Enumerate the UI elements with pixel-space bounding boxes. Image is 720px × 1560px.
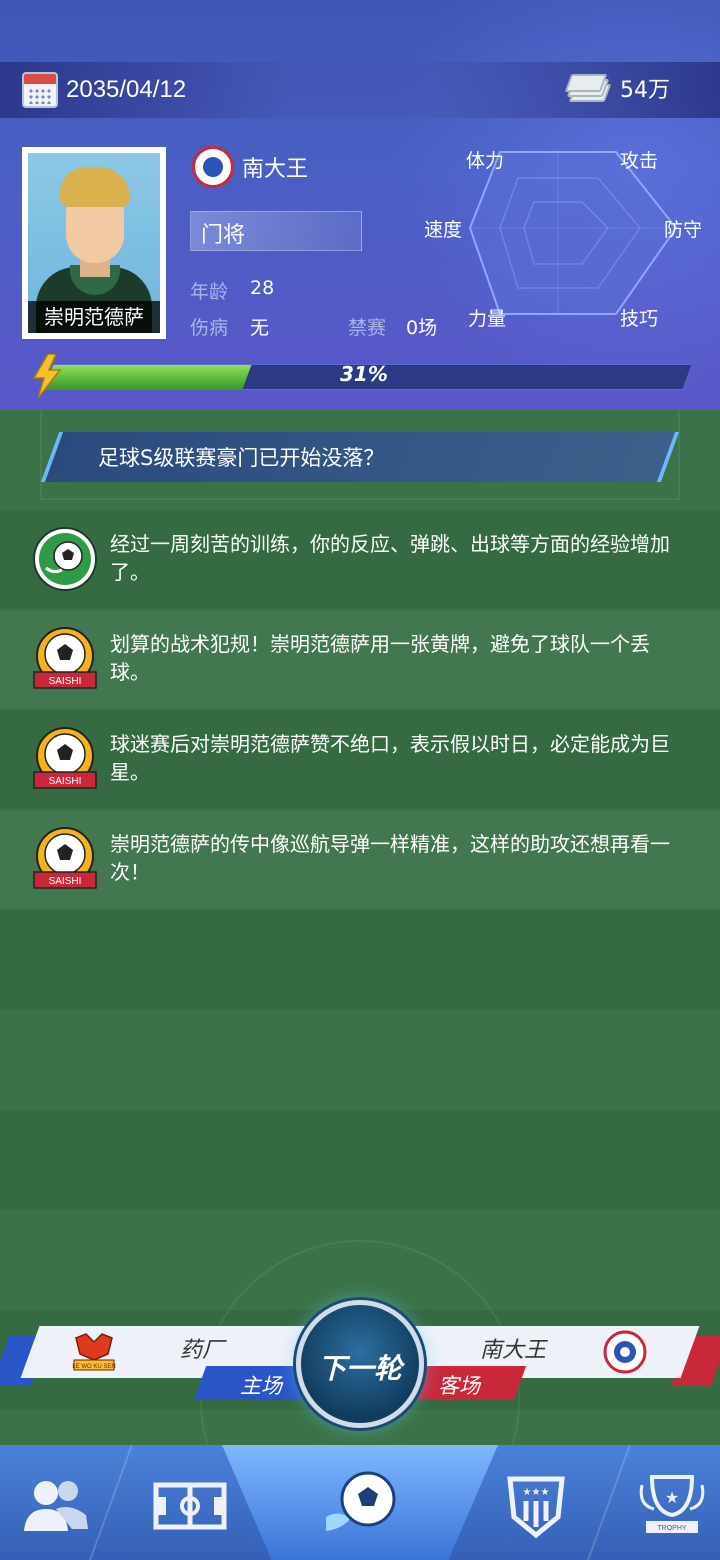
- energy-bar: 31%: [30, 354, 693, 398]
- tab-tactics[interactable]: [150, 1465, 230, 1545]
- team-badge-icon: [192, 146, 234, 188]
- news-text-1: 经过一周刻苦的训练，你的反应、弹跳、出球等方面的经验增加了。: [110, 532, 670, 584]
- saishi-badge-icon: SAISHI: [33, 627, 97, 689]
- news-text-4: 崇明范德萨的传中像巡航导弹一样精准，这样的助攻还想再看一次！: [110, 832, 670, 884]
- news-item-2: SAISHI 划算的战术犯规！崇明范德萨用一张黄牌，避免了球队一个丢球。: [0, 608, 720, 708]
- player-portrait[interactable]: 崇明范德萨: [22, 147, 166, 339]
- svg-text:LE WO KU SEN: LE WO KU SEN: [72, 1364, 115, 1370]
- team-name: 南大王: [242, 157, 309, 182]
- away-team-name: 南大王: [480, 1338, 547, 1363]
- away-tag-text: 客场: [438, 1374, 480, 1398]
- away-team-badge-icon: [603, 1330, 647, 1374]
- tab-league[interactable]: ★★★: [496, 1465, 576, 1545]
- match-ball-icon: [326, 1471, 396, 1531]
- date-text: 2035/04/12: [66, 76, 187, 103]
- position-badge: 门将: [190, 211, 362, 251]
- league-shield-icon: ★★★: [507, 1476, 565, 1539]
- soccer-ball-icon: [33, 527, 97, 591]
- next-round-button[interactable]: 下一轮: [296, 1300, 424, 1428]
- svg-text:SAISHI: SAISHI: [49, 776, 82, 787]
- lightning-icon: [32, 354, 62, 398]
- svg-text:TROPHY: TROPHY: [657, 1525, 687, 1532]
- bottom-tab-bar: ★★★ ★ TROPHY: [0, 1445, 720, 1560]
- next-match-bar: LE WO KU SEN 药厂 主场 南大王 客场 下一轮: [0, 1300, 720, 1430]
- money-display: 54万: [564, 72, 670, 104]
- top-status-bar: 2035/04/12 54万: [0, 62, 720, 118]
- tab-players[interactable]: [16, 1465, 96, 1545]
- tab-trophy[interactable]: ★ TROPHY: [632, 1465, 712, 1545]
- players-icon: [24, 1481, 88, 1531]
- position-text: 门将: [201, 223, 246, 248]
- money-text: 54万: [620, 78, 670, 103]
- team-info: 南大王: [192, 146, 308, 188]
- tab-match[interactable]: [320, 1459, 400, 1539]
- player-name: 崇明范德萨: [28, 301, 160, 333]
- news-item-3: SAISHI 球迷赛后对崇明范德萨赞不绝口，表示假以时日，必定能成为巨星。: [0, 708, 720, 808]
- calendar-icon: [22, 72, 58, 108]
- injury-value: 无: [250, 317, 270, 339]
- injury-label: 伤病: [190, 317, 229, 339]
- date-display: 2035/04/12: [22, 72, 186, 108]
- suspension-label: 禁赛: [348, 317, 387, 339]
- avatar: 崇明范德萨: [28, 153, 160, 333]
- radar-label-skill: 技巧: [620, 308, 659, 330]
- headline-text: 足球S级联赛豪门已开始没落？: [98, 446, 385, 470]
- attribute-radar: 体力 攻击 速度 防守 力量 技巧: [420, 140, 720, 330]
- age-value: 28: [250, 277, 275, 299]
- news-item-4: SAISHI 崇明范德萨的传中像巡航导弹一样精准，这样的助攻还想再看一次！: [0, 808, 720, 908]
- news-text-2: 划算的战术犯规！崇明范德萨用一张黄牌，避免了球队一个丢球。: [110, 632, 650, 684]
- next-round-label: 下一轮: [317, 1352, 402, 1385]
- radar-label-defense: 防守: [664, 219, 703, 241]
- energy-percent: 31%: [340, 362, 388, 386]
- svg-text:★★★: ★★★: [523, 1487, 550, 1498]
- cash-icon: [564, 72, 612, 104]
- svg-text:SAISHI: SAISHI: [49, 876, 82, 887]
- tactics-field-icon: [153, 1482, 227, 1530]
- home-tag-text: 主场: [240, 1374, 282, 1398]
- home-team-badge-icon: LE WO KU SEN: [72, 1333, 116, 1371]
- radar-label-attack: 攻击: [620, 150, 659, 172]
- radar-label-speed: 速度: [424, 219, 463, 241]
- trophy-icon: ★ TROPHY: [639, 1475, 705, 1533]
- age-label: 年龄: [190, 281, 229, 303]
- saishi-badge-icon: SAISHI: [33, 827, 97, 889]
- radar-label-power: 力量: [468, 308, 507, 330]
- home-team-name: 药厂: [180, 1338, 225, 1363]
- news-text-3: 球迷赛后对崇明范德萨赞不绝口，表示假以时日，必定能成为巨星。: [110, 732, 670, 784]
- energy-fill: [44, 365, 252, 389]
- radar-label-stamina: 体力: [466, 150, 505, 172]
- svg-text:★: ★: [665, 1488, 679, 1507]
- svg-text:SAISHI: SAISHI: [49, 676, 82, 687]
- news-item-1: 经过一周刻苦的训练，你的反应、弹跳、出球等方面的经验增加了。: [0, 508, 720, 608]
- saishi-badge-icon: SAISHI: [33, 727, 97, 789]
